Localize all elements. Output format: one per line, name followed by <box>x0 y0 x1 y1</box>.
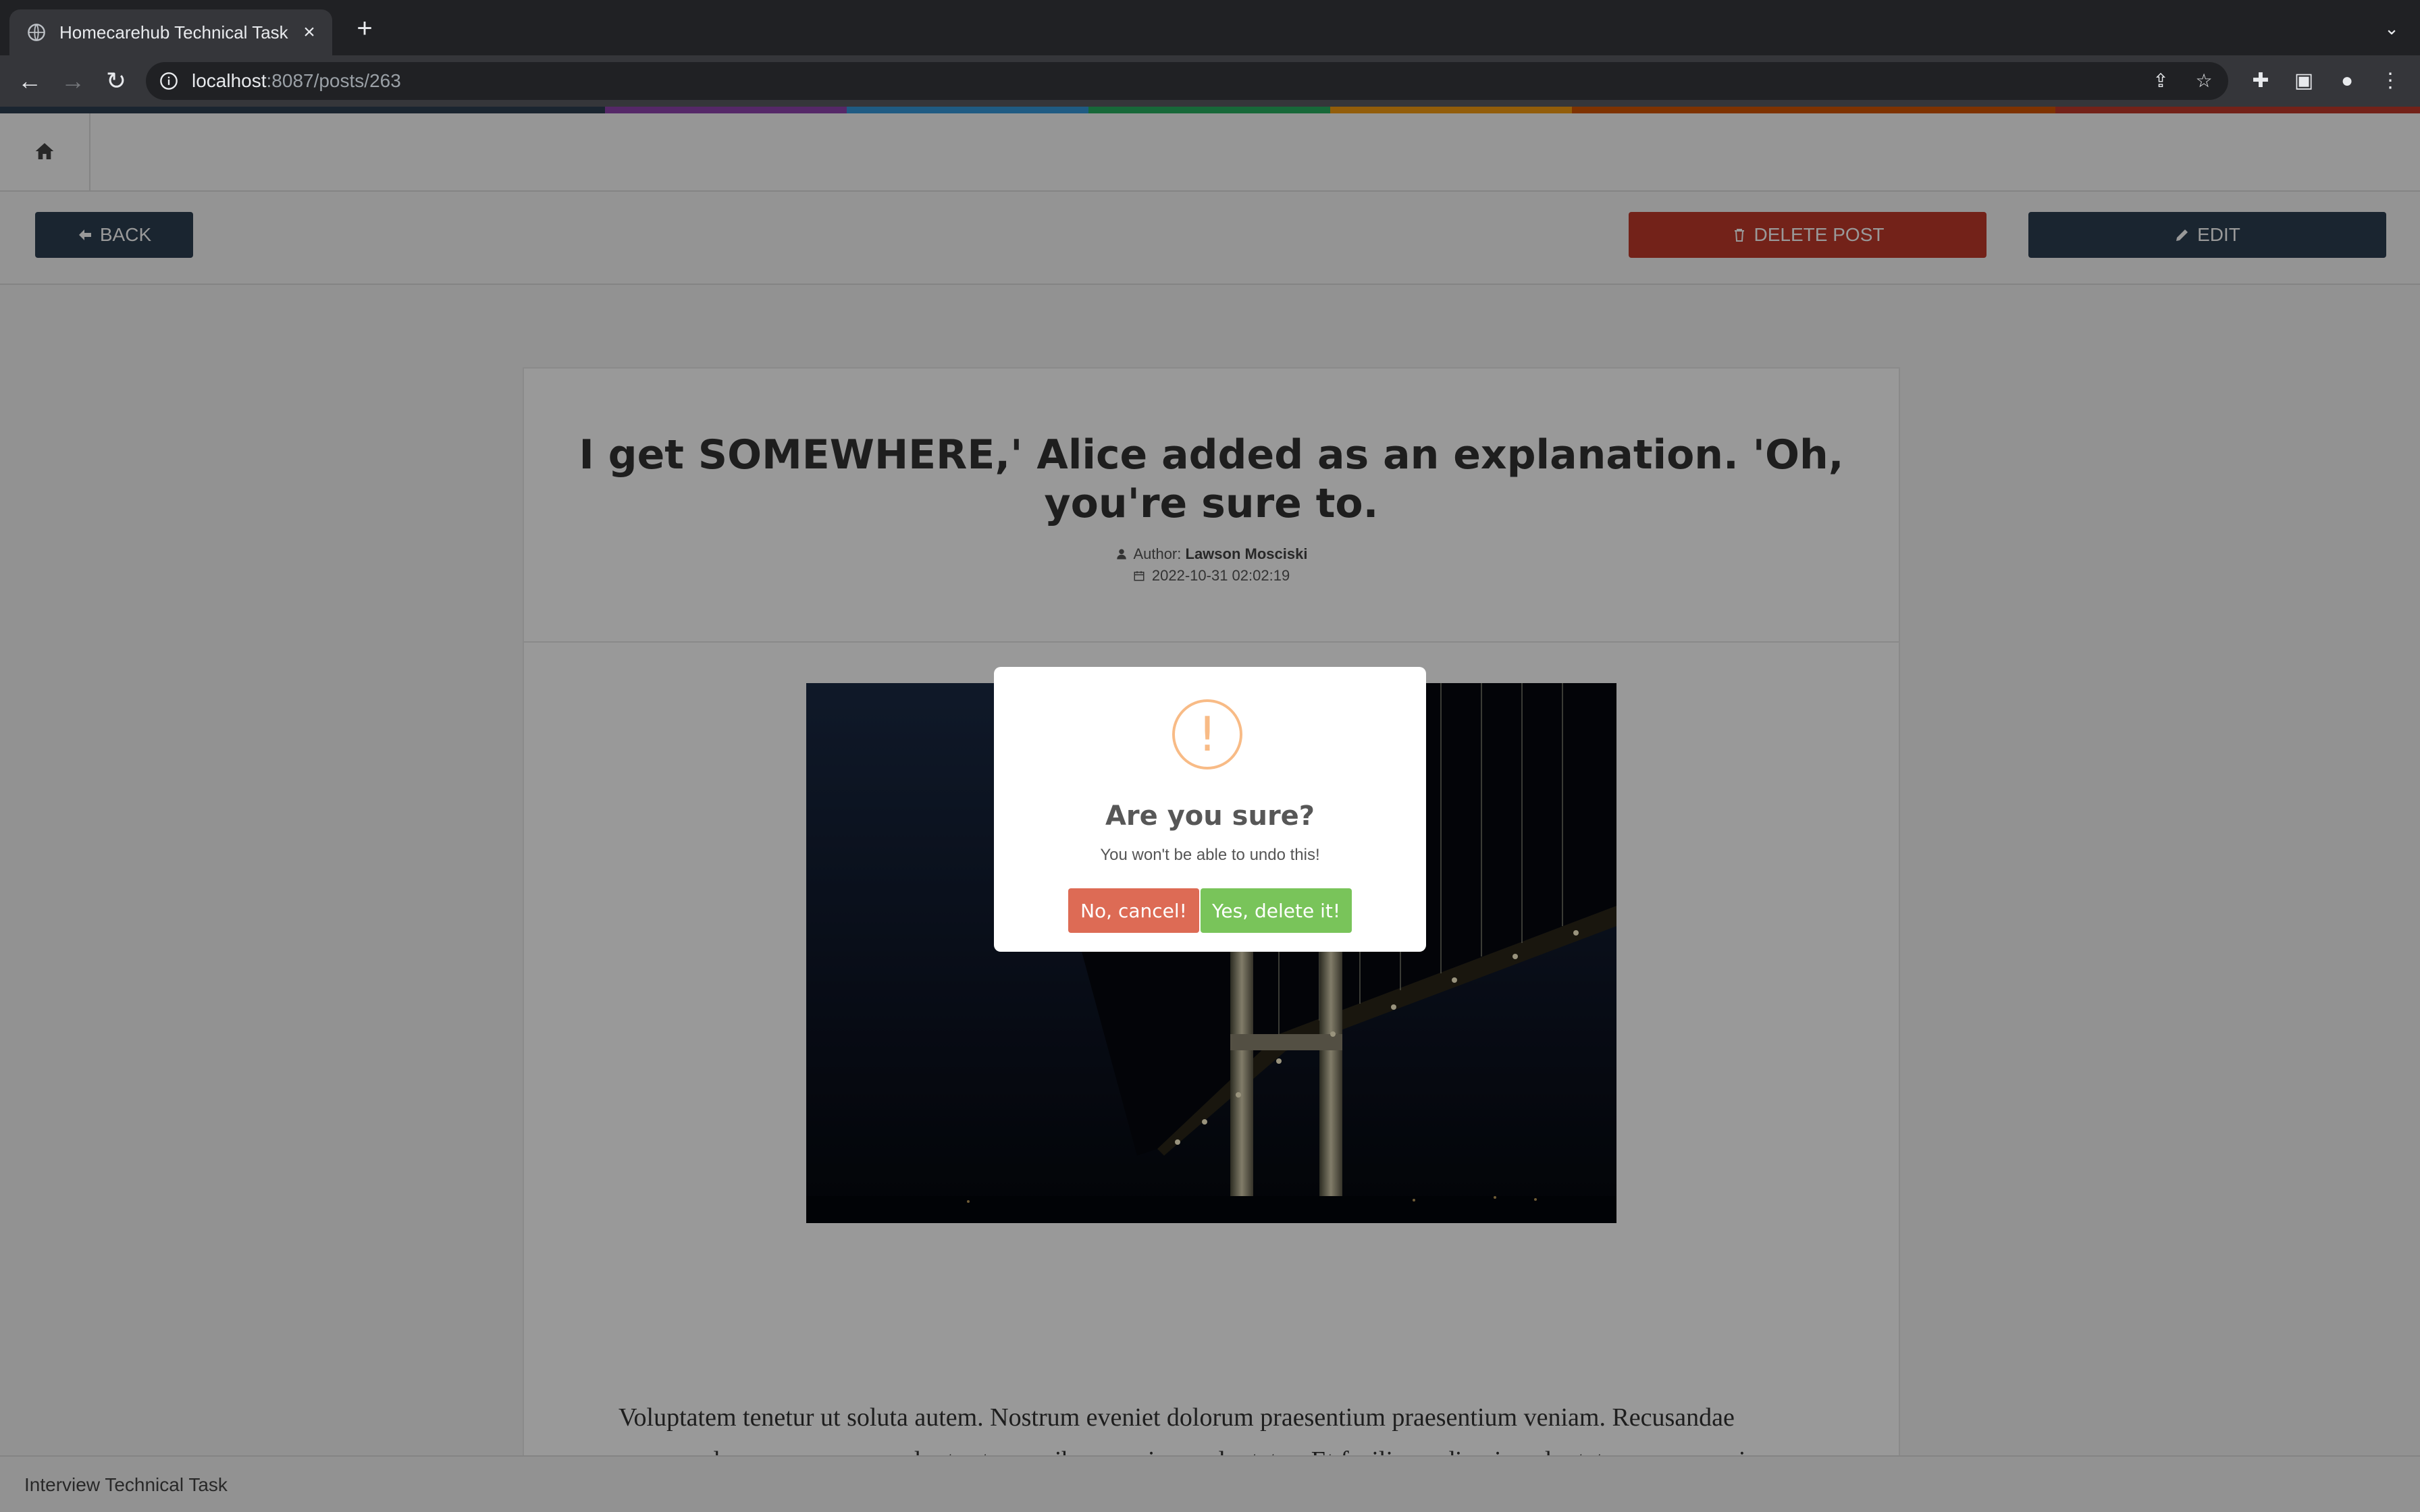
tab-close-icon[interactable]: × <box>297 20 321 45</box>
url-text: localhost:8087/posts/263 <box>192 70 401 91</box>
dialog-title: Are you sure? <box>1105 801 1315 832</box>
menu-kebab-icon[interactable]: ⋮ <box>2377 68 2404 94</box>
share-icon[interactable]: ⇪ <box>2150 70 2172 92</box>
address-bar[interactable]: localhost:8087/posts/263 ⇪ ☆ <box>146 62 2228 100</box>
browser-tab[interactable]: Homecarehub Technical Task × <box>9 9 332 55</box>
site-info-icon[interactable] <box>159 72 178 90</box>
back-arrow-icon[interactable]: ← <box>14 65 46 97</box>
dialog-text: You won't be able to undo this! <box>1100 846 1320 864</box>
tab-title: Homecarehub Technical Task <box>59 22 288 43</box>
extensions-icon[interactable]: ✚ <box>2247 68 2274 94</box>
confirm-delete-dialog: ! Are you sure? You won't be able to und… <box>994 667 1426 952</box>
confirm-delete-button[interactable]: Yes, delete it! <box>1201 888 1352 933</box>
side-panel-icon[interactable]: ▣ <box>2290 68 2317 94</box>
tab-search-chevron-icon[interactable]: ⌄ <box>2378 15 2405 42</box>
bookmark-star-icon[interactable]: ☆ <box>2193 70 2215 92</box>
reload-icon[interactable]: ↻ <box>100 65 132 97</box>
forward-arrow-icon[interactable]: → <box>57 65 89 97</box>
browser-toolbar: ← → ↻ localhost:8087/posts/263 ⇪ ☆ ✚ ▣ ●… <box>0 55 2420 107</box>
profile-icon[interactable]: ● <box>2334 68 2361 94</box>
cancel-button[interactable]: No, cancel! <box>1068 888 1199 933</box>
warning-icon: ! <box>1172 699 1242 770</box>
globe-icon <box>28 24 45 41</box>
new-tab-icon[interactable]: + <box>351 15 378 42</box>
browser-tab-strip: Homecarehub Technical Task × + ⌄ <box>0 0 2420 55</box>
